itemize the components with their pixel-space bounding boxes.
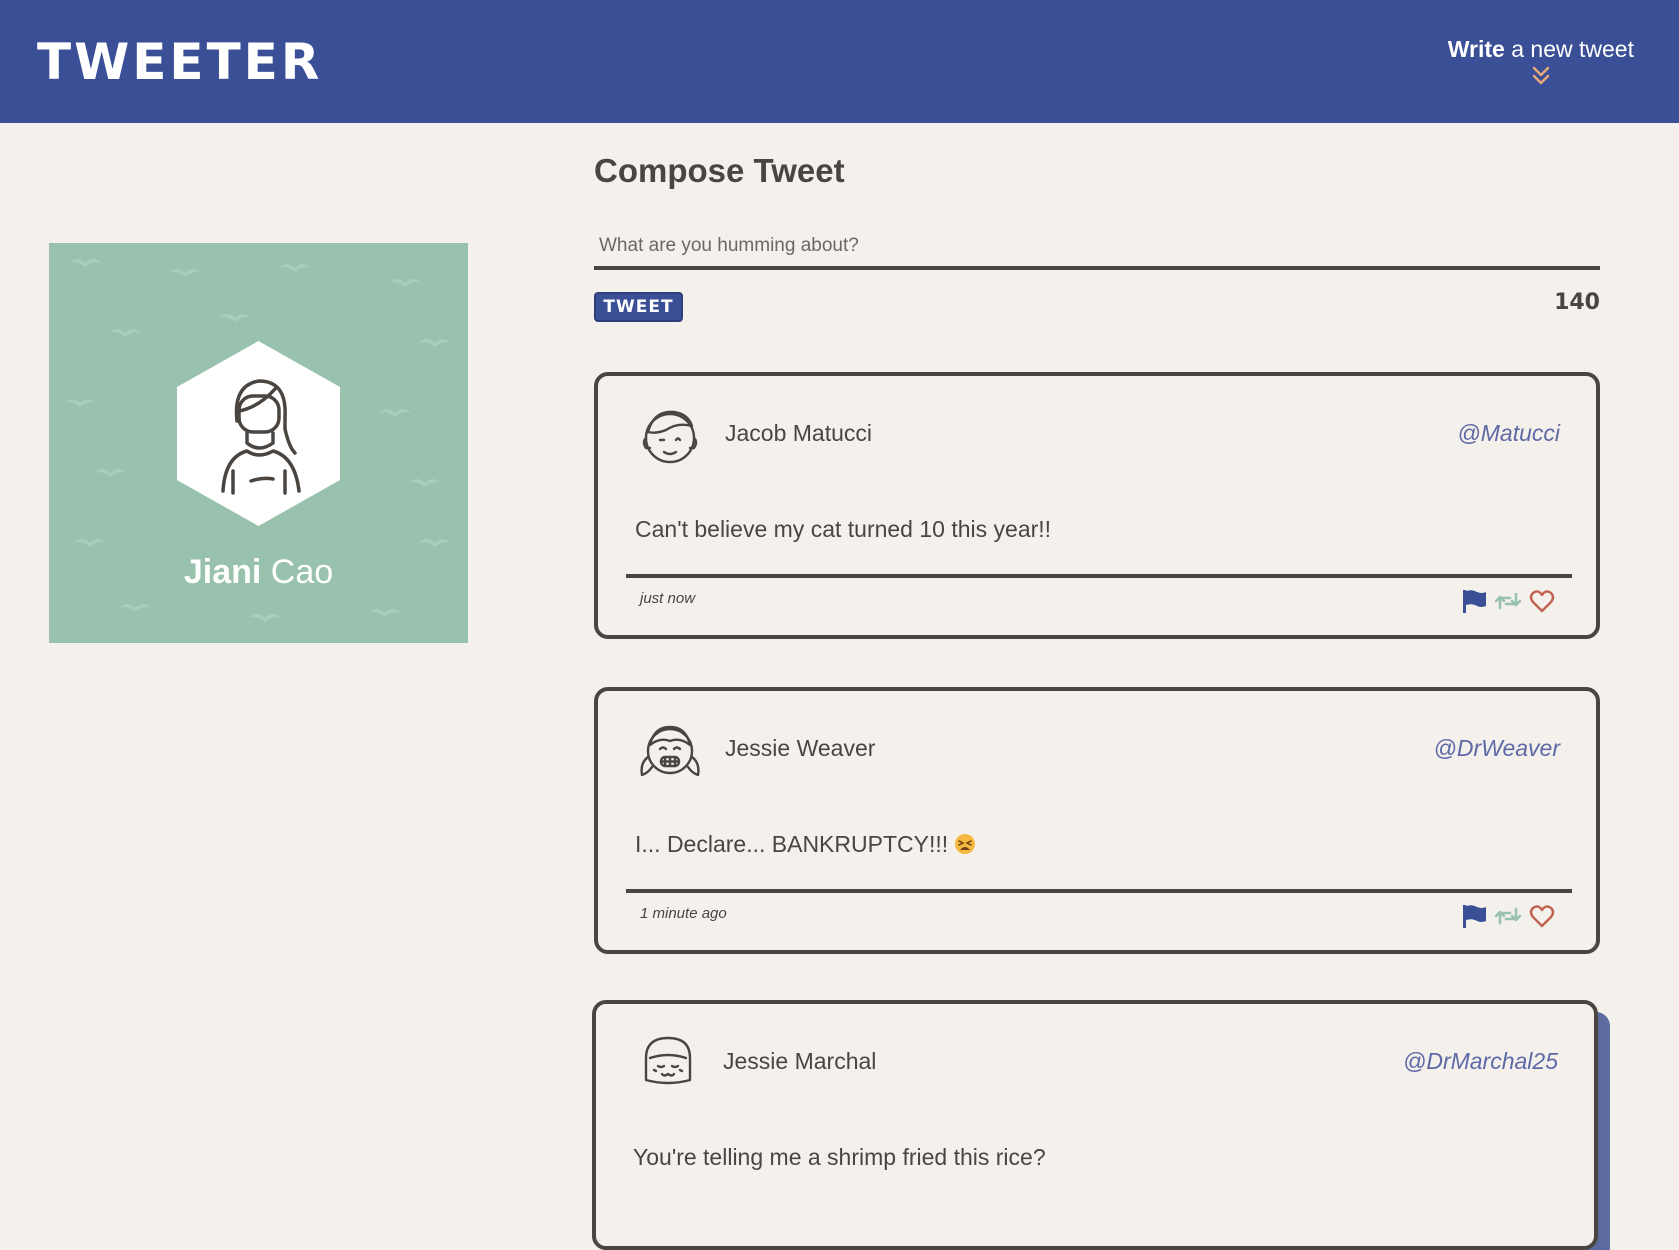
tweet-author-handle[interactable]: @DrMarchal25 [1403,1048,1558,1075]
tweet-author-handle[interactable]: @DrWeaver [1434,735,1560,762]
retweet-icon[interactable] [1494,588,1522,614]
tweet-author-handle[interactable]: @Matucci [1457,420,1560,447]
girl-pigtails-avatar-icon [640,725,700,777]
profile-first-name: Jiani [183,553,262,591]
tweet-content: You're telling me a shrimp fried this ri… [633,1144,1046,1170]
tweet-content: I... Declare... BANKRUPTCY!!! [635,831,976,858]
tweet-actions [1460,588,1556,614]
tweet-submit-button[interactable]: TWEET [594,292,683,322]
tweet-divider [626,889,1572,893]
tweet-author-name: Jacob Matucci [725,420,873,446]
retweet-icon[interactable] [1494,903,1522,929]
app-logo[interactable]: TWEETER [37,32,322,92]
tweet-text-input[interactable] [594,226,1600,270]
tired-face-emoji-icon [955,834,976,854]
profile-card: Jiani Cao [49,243,468,643]
heart-icon[interactable] [1528,588,1556,614]
write-label-rest: a new tweet [1504,36,1634,62]
compose-title: Compose Tweet [594,152,845,189]
tweet-divider [626,574,1572,578]
profile-avatar[interactable] [177,341,340,526]
tweet-card: Jessie Weaver @DrWeaver I... Declare... … [594,687,1600,954]
write-label-bold: Write [1447,36,1505,62]
girl-bangs-avatar-icon [644,1036,692,1085]
tweet-content-text: I... Declare... BANKRUPTCY!!! [635,831,949,857]
tweet-timestamp: 1 minute ago [640,905,727,922]
tweet-author-name: Jessie Weaver [725,735,876,761]
double-chevron-down-icon [1532,66,1550,85]
profile-name: Jiani Cao [49,553,468,592]
tweet-actions [1460,903,1556,929]
flag-icon[interactable] [1460,903,1488,929]
flag-icon[interactable] [1460,588,1488,614]
tweet-timestamp: just now [640,590,696,607]
heart-icon[interactable] [1528,903,1556,929]
tweet-card: Jessie Marchal @DrMarchal25 You're telli… [592,1000,1598,1250]
character-counter: 140 [1554,290,1600,315]
tweet-content: Can't believe my cat turned 10 this year… [635,516,1052,542]
tweet-author-name: Jessie Marchal [723,1048,877,1074]
profile-last-name: Cao [270,553,334,591]
top-nav: TWEETER Write a new tweet [0,0,1679,123]
write-new-tweet-button[interactable]: Write a new tweet [1448,36,1634,87]
tweet-card: Jacob Matucci @Matucci Can't believe my … [594,372,1600,639]
boy-avatar-icon [642,410,698,464]
